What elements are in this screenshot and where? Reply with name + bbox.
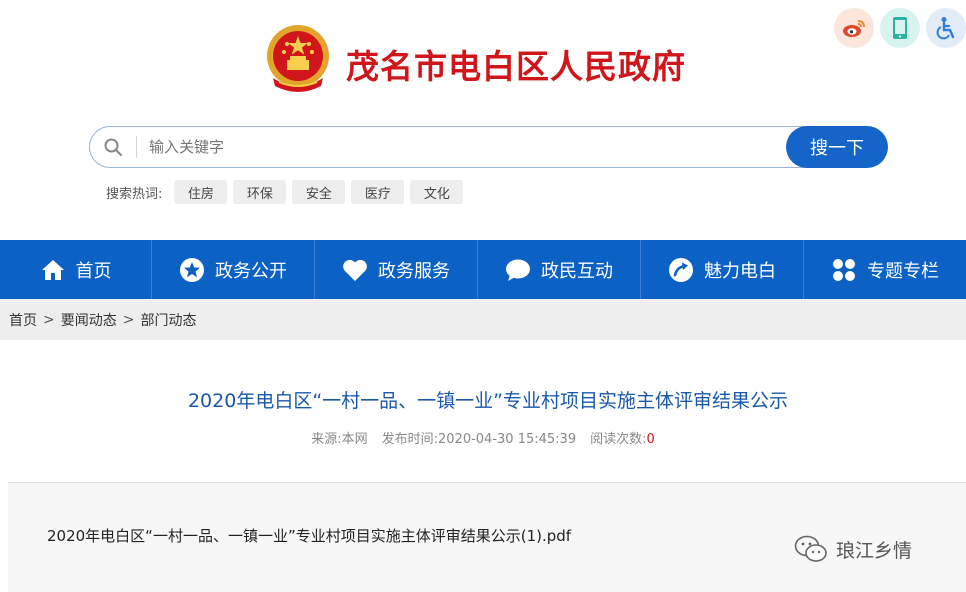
mobile-icon[interactable]	[880, 8, 920, 48]
search-bar: 搜一下	[89, 126, 888, 168]
hot-word-tag[interactable]: 安全	[292, 180, 346, 204]
nav-item-label: 政务服务	[378, 260, 450, 282]
publish-time: 2020-04-30 15:45:39	[438, 432, 577, 447]
breadcrumb-separator: >	[43, 311, 55, 328]
grid-icon	[831, 257, 857, 283]
search-input[interactable]	[149, 138, 749, 156]
hot-word-tag[interactable]: 文化	[410, 180, 464, 204]
site-title[interactable]: 茂名市电白区人民政府	[346, 40, 686, 88]
search-box	[89, 126, 829, 168]
views-count: 0	[646, 432, 655, 447]
breadcrumb-item-department[interactable]: 部门动态	[140, 310, 196, 330]
site-header: 茂名市电白区人民政府 输入关键字 搜一下 搜索热词: 住房 环保 安全 医疗 文…	[0, 0, 966, 240]
nav-item-label: 专题专栏	[867, 260, 939, 282]
publish-label: 发布时间:	[381, 432, 439, 447]
nav-item-topics[interactable]: 专题专栏	[804, 240, 966, 299]
nav-item-interaction[interactable]: 政民互动	[478, 240, 641, 299]
heart-icon	[342, 257, 368, 283]
arrow-circle-icon	[668, 257, 694, 283]
accessibility-icon[interactable]	[926, 8, 966, 48]
source-value: 本网	[341, 432, 368, 447]
hot-word-tag[interactable]: 环保	[233, 180, 287, 204]
nav-item-home[interactable]: 首页	[0, 240, 152, 299]
breadcrumb: 首页 > 要闻动态 > 部门动态	[0, 299, 966, 340]
breadcrumb-item-news[interactable]: 要闻动态	[61, 310, 117, 330]
nav-item-label: 魅力电白	[704, 260, 776, 282]
source-label: 来源:	[311, 432, 342, 447]
star-icon	[179, 257, 205, 283]
breadcrumb-separator: >	[122, 311, 135, 328]
article-meta: 来源:本网 发布时间:2020-04-30 15:45:39 阅读次数:0	[0, 428, 966, 447]
hot-words: 搜索热词: 住房 环保 安全 医疗 文化	[106, 180, 464, 204]
attachment-link[interactable]: 2020年电白区“一村一品、一镇一业”专业村项目实施主体评审结果公示(1).pd…	[47, 525, 571, 546]
hot-word-tag[interactable]: 医疗	[351, 180, 405, 204]
nav-item-label: 首页	[75, 260, 112, 282]
search-divider	[136, 136, 137, 158]
weibo-icon[interactable]	[834, 8, 874, 48]
wechat-icon	[794, 535, 827, 562]
breadcrumb-item-home[interactable]: 首页	[9, 310, 37, 330]
nav-item-gov-affairs[interactable]: 政务公开	[152, 240, 315, 299]
search-button[interactable]: 搜一下	[786, 126, 888, 168]
main-nav: 首页 政务公开 政务服务 政民互动 魅力电白 专题专栏	[0, 240, 966, 299]
national-emblem-icon[interactable]	[263, 22, 333, 96]
search-icon	[90, 137, 136, 157]
top-icon-bar	[834, 8, 966, 48]
watermark: 琅江乡情	[794, 535, 912, 563]
nav-item-charm[interactable]: 魅力电白	[641, 240, 804, 299]
chat-icon	[505, 257, 531, 283]
hot-words-label: 搜索热词:	[106, 186, 163, 202]
nav-item-label: 政民互动	[541, 260, 613, 282]
hot-word-tag[interactable]: 住房	[174, 180, 228, 204]
nav-item-gov-services[interactable]: 政务服务	[315, 240, 478, 299]
views-label: 阅读次数:	[590, 432, 647, 447]
watermark-text: 琅江乡情	[836, 539, 913, 562]
article-title: 2020年电白区“一村一品、一镇一业”专业村项目实施主体评审结果公示	[187, 390, 789, 412]
home-icon	[40, 257, 66, 283]
nav-item-label: 政务公开	[215, 260, 287, 282]
